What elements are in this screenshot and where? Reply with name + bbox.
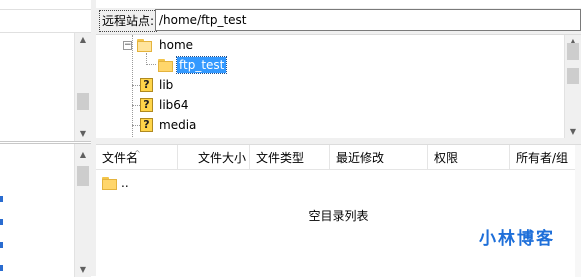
local-tree-scroll-thumb[interactable] — [77, 93, 89, 110]
parent-directory-row[interactable]: .. — [102, 175, 129, 191]
tree-item-lib[interactable]: ? lib — [140, 76, 175, 94]
local-item-fragment — [0, 265, 3, 271]
local-pane-column: ▲ ▼ ▲ ▼ — [0, 0, 91, 277]
column-filesize[interactable]: 文件大小 — [178, 145, 250, 169]
local-list-scrollbar[interactable]: ▲ ▼ — [74, 144, 91, 277]
collapse-icon[interactable]: − — [123, 40, 132, 50]
local-item-fragment — [0, 242, 3, 248]
local-path-bar — [0, 9, 91, 33]
remote-tree-scroll-thumb[interactable] — [567, 68, 579, 84]
column-owner-group[interactable]: 所有者/组 — [510, 145, 581, 169]
question-icon: ? — [140, 118, 153, 132]
remote-site-bar: 远程站点: /home/ftp_test — [96, 8, 581, 34]
watermark-logo: 小林博客 — [479, 229, 555, 249]
tree-item-media[interactable]: ? media — [140, 116, 198, 134]
remote-directory-tree[interactable]: − home ftp_test ? lib ? lib64 ? media ▲ … — [96, 34, 581, 139]
tree-connector — [146, 64, 156, 65]
question-icon: ? — [140, 78, 153, 92]
folder-icon — [102, 176, 118, 190]
local-file-list-pane[interactable]: ▲ ▼ — [0, 143, 91, 277]
remote-path-input[interactable]: /home/ftp_test — [155, 9, 581, 31]
column-filetype[interactable]: 文件类型 — [250, 145, 330, 169]
scroll-down-icon[interactable]: ▼ — [75, 127, 91, 141]
remote-file-list[interactable]: ^ 文件名 文件大小 文件类型 最近修改 权限 所有者/组 .. 空目录列表 小… — [96, 144, 581, 277]
remote-list-scrollbar[interactable] — [575, 145, 581, 277]
tree-item-label: ftp_test — [175, 56, 228, 74]
local-list-scroll-thumb[interactable] — [77, 166, 89, 186]
folder-icon — [158, 58, 174, 72]
tree-item-home[interactable]: − home — [123, 36, 195, 54]
tree-item-label: media — [159, 118, 197, 132]
scroll-up-icon[interactable]: ▲ — [75, 33, 91, 47]
tree-connector — [132, 105, 140, 106]
local-item-fragment — [0, 196, 3, 202]
folder-open-icon — [137, 38, 153, 52]
tree-connector — [132, 85, 140, 86]
tree-item-label: lib — [159, 78, 174, 92]
remote-site-label: 远程站点: — [99, 10, 158, 32]
question-icon: ? — [140, 98, 153, 112]
local-site-tree-pane[interactable]: ▲ ▼ — [0, 0, 91, 142]
local-tree-scrollbar[interactable]: ▲ ▼ — [74, 33, 91, 141]
scroll-down-icon[interactable]: ▼ — [565, 125, 581, 139]
tree-item-ftp-test[interactable]: ftp_test — [158, 56, 228, 74]
tree-item-lib64[interactable]: ? lib64 — [140, 96, 191, 114]
sort-ascending-icon: ^ — [134, 149, 141, 158]
scroll-down-icon[interactable]: ▼ — [75, 263, 91, 277]
local-item-fragment — [0, 219, 3, 225]
tree-connector — [146, 53, 147, 63]
tree-item-label: lib64 — [159, 98, 189, 112]
remote-tree-scrollbar[interactable]: ▲ ▼ — [564, 35, 581, 139]
column-filename[interactable]: ^ 文件名 — [96, 145, 178, 169]
empty-directory-message: 空目录列表 — [308, 209, 369, 223]
tree-connector — [132, 125, 140, 126]
tree-item-label: home — [159, 38, 194, 52]
remote-tree-scroll-thumb[interactable] — [567, 43, 579, 60]
parent-directory-label: .. — [121, 176, 129, 190]
column-last-modified[interactable]: 最近修改 — [330, 145, 428, 169]
scroll-up-icon[interactable]: ▲ — [75, 148, 91, 162]
file-list-header: ^ 文件名 文件大小 文件类型 最近修改 权限 所有者/组 — [96, 145, 581, 170]
column-permissions[interactable]: 权限 — [428, 145, 510, 169]
